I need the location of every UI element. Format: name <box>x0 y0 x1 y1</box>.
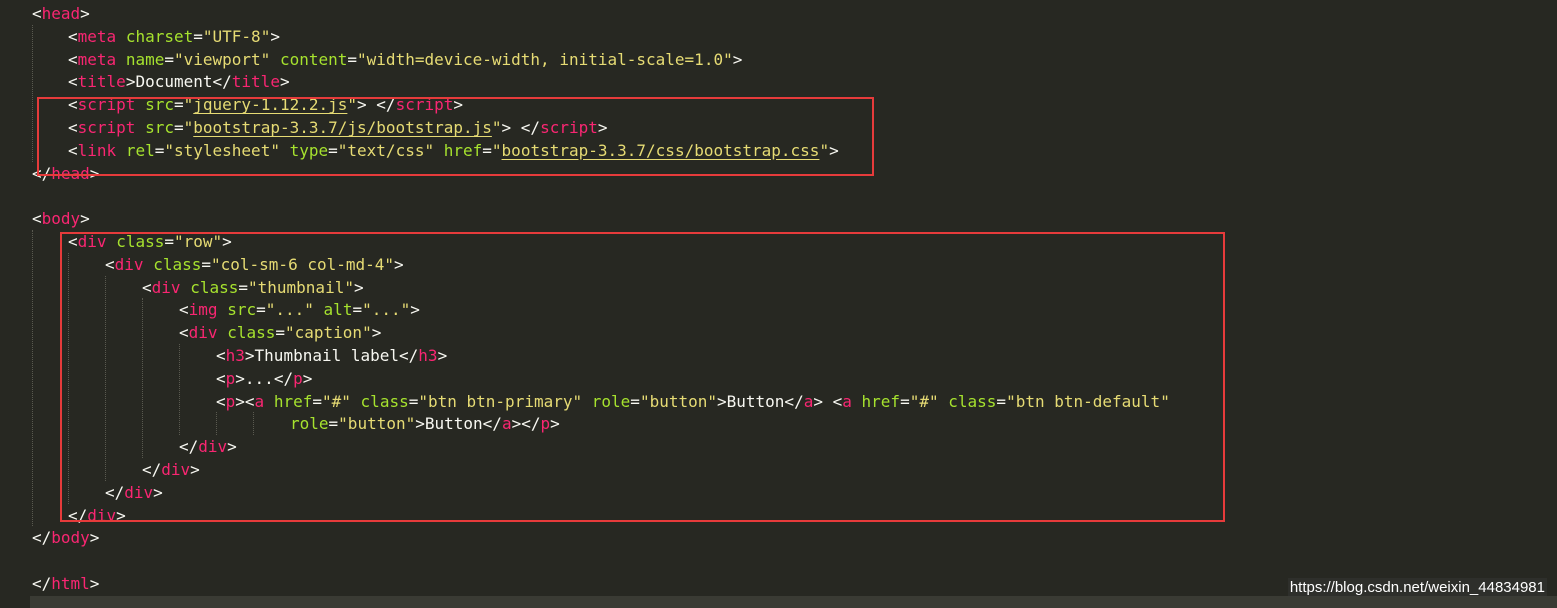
code-editor[interactable]: <head> <meta charset="UTF-8"> <meta name="… <box>0 0 1557 608</box>
code-token: head <box>41 4 81 23</box>
indent-guide-line <box>32 24 33 162</box>
code-token: < <box>32 209 42 229</box>
head-scripts-highlight-box <box>37 97 874 176</box>
code-line[interactable]: </body> <box>32 526 99 549</box>
code-token: > <box>80 4 90 23</box>
code-token: > <box>270 26 280 46</box>
code-token: < <box>68 26 78 46</box>
body-row-highlight-box <box>60 232 1225 522</box>
code-token: body <box>41 209 81 229</box>
code-token: content <box>279 49 348 69</box>
code-token: name <box>125 49 165 69</box>
code-token: title <box>77 72 126 92</box>
watermark-text: https://blog.csdn.net/weixin_44834981 <box>1287 578 1547 597</box>
code-token: > <box>89 574 100 593</box>
code-token: "viewport" <box>173 49 271 69</box>
code-token: meta <box>77 49 117 69</box>
code-token: "UTF-8" <box>202 26 271 46</box>
code-token: title <box>231 72 280 92</box>
code-line[interactable]: <title>Document</title> <box>68 70 290 93</box>
code-token: < <box>32 4 42 23</box>
code-line[interactable]: </html> <box>32 572 99 595</box>
code-token: > <box>732 49 743 69</box>
code-token: "width=device-width, initial-scale=1.0" <box>357 49 733 69</box>
code-token: charset <box>125 26 194 46</box>
code-token: > <box>279 72 290 92</box>
code-token: html <box>51 574 90 593</box>
code-token: = <box>193 26 203 46</box>
code-token: </ <box>32 528 52 548</box>
code-token: > <box>89 528 100 548</box>
code-token: > <box>80 209 90 229</box>
code-token: </ <box>32 574 52 593</box>
code-token: meta <box>77 26 117 46</box>
code-token: < <box>68 49 78 69</box>
code-line[interactable]: <meta name="viewport" content="width=dev… <box>68 48 742 71</box>
code-line[interactable]: <body> <box>32 207 90 230</box>
code-token: = <box>347 49 358 69</box>
horizontal-scrollbar[interactable] <box>30 596 1557 608</box>
code-token: < <box>68 72 78 92</box>
indent-guide-line <box>32 230 33 527</box>
code-token: body <box>51 528 90 548</box>
code-line[interactable]: <head> <box>32 2 90 25</box>
code-token: >Document</ <box>125 72 232 92</box>
code-line[interactable]: <meta charset="UTF-8"> <box>68 25 280 48</box>
code-token: = <box>164 49 174 69</box>
